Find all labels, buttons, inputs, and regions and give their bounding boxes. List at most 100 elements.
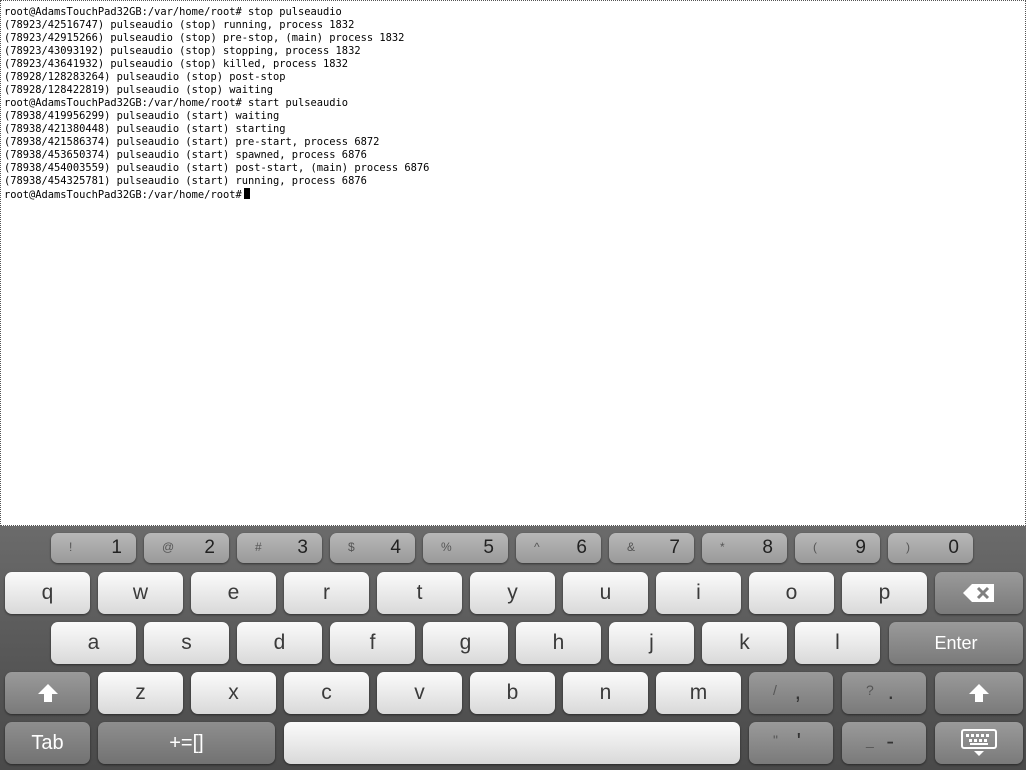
comma-label: , [794, 678, 801, 704]
question-period-key[interactable]: ? . [842, 672, 926, 714]
shift-symbol-label: ^ [534, 540, 540, 554]
digit-label: 5 [483, 537, 494, 558]
underscore-dash-key[interactable]: _ - [842, 722, 926, 764]
key-u[interactable]: u [563, 572, 648, 614]
number-key-7[interactable]: & 7 [609, 533, 694, 563]
key-t[interactable]: t [377, 572, 462, 614]
terminal-prompt-line: root@AdamsTouchPad32GB:/var/home/root# [4, 188, 429, 202]
number-key-8[interactable]: * 8 [702, 533, 787, 563]
key-k[interactable]: k [702, 622, 787, 664]
terminal-line: (78938/419956299) pulseaudio (start) wai… [4, 110, 280, 122]
key-o[interactable]: o [749, 572, 834, 614]
key-a[interactable]: a [51, 622, 136, 664]
shift-symbol-label: ( [813, 540, 817, 554]
number-key-5[interactable]: % 5 [423, 533, 508, 563]
shift-symbol-label: @ [162, 540, 175, 554]
underscore-label: _ [866, 732, 874, 748]
key-e[interactable]: e [191, 572, 276, 614]
key-y[interactable]: y [470, 572, 555, 614]
tab-key[interactable]: Tab [5, 722, 90, 764]
number-key-2[interactable]: @2 [144, 533, 229, 563]
digit-label: 4 [390, 537, 401, 558]
shift-left-key[interactable] [5, 672, 90, 714]
quote-apostrophe-key[interactable]: " ' [749, 722, 833, 764]
backspace-icon [962, 583, 996, 603]
slash-comma-key[interactable]: / , [749, 672, 833, 714]
backspace-key[interactable] [935, 572, 1023, 614]
key-label: g [459, 631, 472, 654]
number-key-3[interactable]: #3 [237, 533, 322, 563]
key-n[interactable]: n [563, 672, 648, 714]
keyboard-hide-icon [961, 729, 997, 757]
key-v[interactable]: v [377, 672, 462, 714]
key-label: k [739, 631, 750, 654]
digit-label: 8 [762, 537, 773, 558]
shift-right-key[interactable] [935, 672, 1023, 714]
shift-symbol-label: $ [348, 540, 355, 554]
number-key-6[interactable]: ^ 6 [516, 533, 601, 563]
shift-icon [968, 682, 990, 704]
digit-label: 0 [948, 537, 959, 558]
terminal-line: (78928/128283264) pulseaudio (stop) post… [4, 71, 286, 83]
symbols-key[interactable]: +=[] [98, 722, 275, 764]
key-m[interactable]: m [656, 672, 741, 714]
terminal-line: (78923/43641932) pulseaudio (stop) kille… [4, 58, 349, 70]
terminal-line: (78923/43093192) pulseaudio (stop) stopp… [4, 45, 361, 57]
key-p[interactable]: p [842, 572, 927, 614]
digit-label: 6 [576, 537, 587, 558]
digit-label: 2 [204, 537, 215, 558]
key-label: w [132, 581, 149, 604]
key-label: o [785, 581, 798, 604]
key-g[interactable]: g [423, 622, 508, 664]
terminal-line: (78923/42516747) pulseaudio (stop) runni… [4, 19, 355, 31]
digit-label: 3 [297, 537, 308, 558]
key-label: r [323, 581, 330, 604]
text-cursor [243, 188, 250, 199]
key-l[interactable]: l [795, 622, 880, 664]
key-label: q [41, 581, 54, 604]
key-label: v [414, 681, 425, 704]
key-label: m [689, 681, 708, 704]
key-h[interactable]: h [516, 622, 601, 664]
key-label: c [321, 681, 332, 704]
tab-label: Tab [31, 731, 64, 754]
shift-icon [37, 682, 59, 704]
key-z[interactable]: z [98, 672, 183, 714]
key-label: i [696, 581, 701, 604]
hide-keyboard-key[interactable] [935, 722, 1023, 764]
terminal-line: (78938/454325781) pulseaudio (start) run… [4, 175, 367, 187]
key-label: h [552, 631, 565, 654]
shift-symbol-label: & [627, 540, 636, 554]
space-bar[interactable] [284, 722, 740, 764]
key-x[interactable]: x [191, 672, 276, 714]
slash-label: / [773, 682, 777, 698]
key-q[interactable]: q [5, 572, 90, 614]
key-i[interactable]: i [656, 572, 741, 614]
period-label: . [887, 678, 894, 704]
key-w[interactable]: w [98, 572, 183, 614]
enter-key[interactable]: Enter [889, 622, 1023, 664]
key-d[interactable]: d [237, 622, 322, 664]
key-j[interactable]: j [609, 622, 694, 664]
key-label: a [87, 631, 100, 654]
key-label: p [878, 581, 891, 604]
key-b[interactable]: b [470, 672, 555, 714]
number-key-1[interactable]: ! 1 [51, 533, 136, 563]
terminal-prompt: root@AdamsTouchPad32GB:/var/home/root# [4, 189, 242, 201]
terminal-line: (78938/421586374) pulseaudio (start) pre… [4, 136, 380, 148]
key-r[interactable]: r [284, 572, 369, 614]
shift-symbol-label: ) [906, 540, 910, 554]
number-key-9[interactable]: (9 [795, 533, 880, 563]
digit-label: 7 [669, 537, 680, 558]
number-key-4[interactable]: $4 [330, 533, 415, 563]
terminal-line: (78938/454003559) pulseaudio (start) pos… [4, 162, 430, 174]
terminal-window[interactable]: root@AdamsTouchPad32GB:/var/home/root# s… [0, 0, 1026, 526]
key-label: t [416, 581, 423, 604]
shift-symbol-label: % [441, 540, 452, 554]
number-key-0[interactable]: ) 0 [888, 533, 973, 563]
key-s[interactable]: s [144, 622, 229, 664]
key-f[interactable]: f [330, 622, 415, 664]
virtual-keyboard: ! 1 @2 #3 $4% 5 ^ 6 & 7 * 8(9) 0 qwertyuiop asdfghjk… [0, 526, 1026, 770]
terminal-line: root@AdamsTouchPad32GB:/var/home/root# s… [4, 6, 342, 18]
key-c[interactable]: c [284, 672, 369, 714]
